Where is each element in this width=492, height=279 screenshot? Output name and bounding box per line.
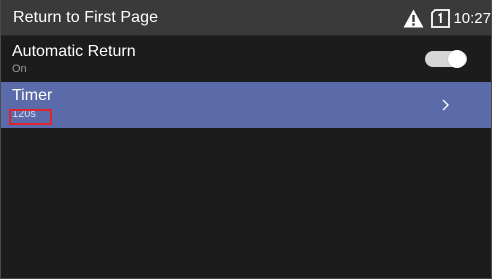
settings-screen: Return to First Page 10:27 Automatic Ret… [0, 0, 492, 279]
automatic-return-label: Automatic Return [12, 43, 136, 60]
status-bar: 10:27 [403, 7, 491, 29]
page-title: Return to First Page [13, 9, 159, 26]
sim-card-icon [431, 8, 451, 28]
title-bar: Return to First Page 10:27 [1, 0, 491, 36]
setting-row-timer[interactable]: Timer 120s [1, 82, 491, 128]
timer-label: Timer [12, 87, 53, 104]
highlight-annotation [9, 109, 52, 125]
automatic-return-value: On [12, 63, 27, 75]
chevron-right-icon [442, 99, 449, 111]
warning-icon [403, 9, 424, 27]
automatic-return-toggle[interactable] [425, 50, 467, 68]
clock: 10:27 [453, 9, 491, 27]
toggle-knob [448, 50, 466, 68]
setting-row-automatic-return[interactable]: Automatic Return On [1, 37, 491, 82]
